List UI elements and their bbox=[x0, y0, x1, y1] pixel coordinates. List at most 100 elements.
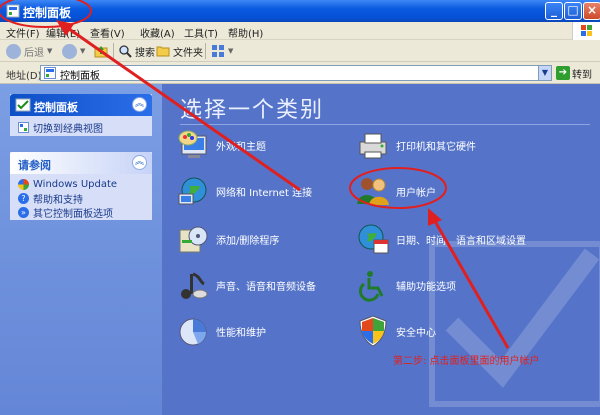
help-support-label: 帮助和支持 bbox=[33, 194, 83, 206]
address-dropdown-button[interactable]: ▼ bbox=[538, 65, 552, 81]
datetime-icon bbox=[358, 224, 389, 254]
see-also-box: 请参阅 ︽ Windows Update ? 帮助和支持 » 其它控制面板选项 bbox=[10, 152, 152, 220]
category-security-center[interactable]: 安全中心 bbox=[356, 314, 436, 348]
performance-icon bbox=[179, 318, 207, 346]
toolbar: 后退 ▼ ▼ 搜索 文件夹 ▼ bbox=[0, 40, 600, 62]
annotation-step-text: 第二步: 点击面板里面的用户帐户 bbox=[393, 356, 540, 367]
address-bar: 地址(D) 控制面板 ▼ ➔ 转到 bbox=[0, 62, 600, 84]
views-icon bbox=[212, 45, 224, 57]
switch-classic-view-label: 切换到经典视图 bbox=[33, 123, 103, 135]
folder-icon bbox=[156, 46, 170, 57]
category-label: 网络和 Internet 连接 bbox=[216, 187, 313, 199]
category-performance[interactable]: 性能和维护 bbox=[176, 314, 266, 348]
category-label: 添加/删除程序 bbox=[216, 235, 280, 247]
toolbar-separator bbox=[205, 43, 206, 59]
forward-arrow-icon bbox=[62, 43, 77, 59]
category-label: 安全中心 bbox=[396, 327, 436, 339]
go-label: 转到 bbox=[572, 69, 592, 81]
accessibility-icon bbox=[359, 271, 384, 302]
menu-help[interactable]: 帮助(H) bbox=[228, 25, 263, 40]
windows-logo-icon bbox=[572, 22, 600, 40]
up-button[interactable] bbox=[94, 43, 108, 59]
back-button[interactable]: 后退 ▼ bbox=[6, 43, 52, 59]
category-label: 辅助功能选项 bbox=[396, 281, 456, 293]
back-arrow-icon bbox=[6, 43, 21, 59]
control-panel-box-title: 控制面板 bbox=[34, 101, 78, 114]
forward-button[interactable]: ▼ bbox=[62, 43, 85, 59]
see-also-title: 请参阅 bbox=[18, 159, 51, 172]
menu-view[interactable]: 查看(V) bbox=[90, 25, 125, 40]
control-panel-icon bbox=[15, 98, 31, 112]
printer-icon bbox=[359, 133, 387, 159]
maximize-button[interactable]: □ bbox=[564, 2, 582, 20]
address-field[interactable]: 控制面板 bbox=[40, 65, 550, 82]
control-panel-icon bbox=[44, 67, 56, 79]
back-label: 后退 bbox=[24, 47, 44, 59]
users-icon bbox=[357, 178, 389, 205]
category-label: 日期、时间、语言和区域设置 bbox=[396, 235, 526, 247]
category-heading: 选择一个类别 bbox=[180, 98, 325, 123]
go-button[interactable]: ➔ 转到 bbox=[556, 65, 592, 81]
search-button[interactable]: 搜索 bbox=[118, 43, 155, 59]
windows-update-label: Windows Update bbox=[33, 178, 118, 190]
see-also-header[interactable]: 请参阅 ︽ bbox=[10, 152, 152, 174]
category-label: 外观和主题 bbox=[216, 141, 266, 153]
menu-tools[interactable]: 工具(T) bbox=[184, 25, 218, 40]
minimize-button[interactable]: _ bbox=[545, 2, 563, 20]
classic-view-icon bbox=[18, 121, 29, 133]
go-arrow-icon: ➔ bbox=[556, 66, 570, 80]
switch-classic-view-link[interactable]: 切换到经典视图 bbox=[10, 120, 152, 135]
category-user-accounts[interactable]: 用户帐户 bbox=[356, 174, 436, 208]
category-appearance[interactable]: 外观和主题 bbox=[176, 128, 266, 162]
menu-bar: 文件(F) 编辑(E) 查看(V) 收藏(A) 工具(T) 帮助(H) bbox=[0, 22, 600, 40]
category-accessibility[interactable]: 辅助功能选项 bbox=[356, 268, 456, 302]
collapse-icon[interactable]: ︽ bbox=[132, 155, 147, 170]
appearance-icon bbox=[178, 130, 207, 158]
other-options-link[interactable]: » 其它控制面板选项 bbox=[10, 205, 152, 220]
menu-edit[interactable]: 编辑(E) bbox=[46, 25, 80, 40]
category-sound[interactable]: 声音、语音和音频设备 bbox=[176, 268, 316, 302]
search-icon bbox=[119, 45, 132, 58]
search-label: 搜索 bbox=[135, 47, 155, 59]
category-network[interactable]: 网络和 Internet 连接 bbox=[176, 174, 312, 208]
other-options-label: 其它控制面板选项 bbox=[33, 208, 113, 220]
category-datetime[interactable]: 日期、时间、语言和区域设置 bbox=[356, 222, 526, 256]
control-panel-box-header[interactable]: 控制面板 ︽ bbox=[10, 94, 152, 116]
chevron-down-icon: ▼ bbox=[80, 47, 86, 55]
collapse-icon[interactable]: ︽ bbox=[132, 97, 147, 112]
sound-icon bbox=[181, 272, 208, 299]
window-title: 控制面板 bbox=[23, 6, 72, 20]
help-support-link[interactable]: ? 帮助和支持 bbox=[10, 191, 152, 206]
address-value: 控制面板 bbox=[60, 71, 100, 82]
category-add-remove[interactable]: 添加/删除程序 bbox=[176, 222, 279, 256]
category-label: 声音、语音和音频设备 bbox=[216, 281, 316, 293]
category-label: 用户帐户 bbox=[396, 187, 436, 199]
title-bar: 控制面板 _ □ × bbox=[0, 0, 600, 22]
menu-file[interactable]: 文件(F) bbox=[6, 25, 40, 40]
help-icon: ? bbox=[18, 192, 29, 204]
close-button[interactable]: × bbox=[583, 2, 600, 20]
menu-favorites[interactable]: 收藏(A) bbox=[140, 25, 175, 40]
category-label: 打印机和其它硬件 bbox=[396, 141, 476, 153]
folders-label: 文件夹 bbox=[173, 47, 203, 59]
control-panel-box: 控制面板 ︽ 切换到经典视图 bbox=[10, 94, 152, 136]
security-icon bbox=[359, 315, 387, 347]
heading-divider bbox=[180, 124, 590, 125]
network-icon bbox=[178, 177, 207, 205]
chevron-down-icon: ▼ bbox=[228, 47, 234, 55]
left-task-pane: 控制面板 ︽ 切换到经典视图 请参阅 ︽ Windows Update ? 帮助… bbox=[0, 84, 162, 415]
windows-update-link[interactable]: Windows Update bbox=[10, 177, 152, 191]
chevron-down-icon: ▼ bbox=[47, 47, 53, 55]
category-printers[interactable]: 打印机和其它硬件 bbox=[356, 128, 476, 162]
category-label: 性能和维护 bbox=[216, 327, 266, 339]
control-panel-icon bbox=[6, 4, 20, 18]
toolbar-separator bbox=[113, 43, 114, 59]
folders-button[interactable]: 文件夹 bbox=[156, 43, 203, 59]
address-label: 地址(D) bbox=[6, 71, 42, 82]
folder-up-icon bbox=[94, 46, 108, 58]
options-icon: » bbox=[18, 206, 29, 218]
windows-update-icon bbox=[18, 178, 29, 190]
checkmark-watermark-icon bbox=[429, 241, 600, 407]
views-button[interactable]: ▼ bbox=[211, 43, 233, 59]
add-remove-icon bbox=[179, 226, 208, 253]
